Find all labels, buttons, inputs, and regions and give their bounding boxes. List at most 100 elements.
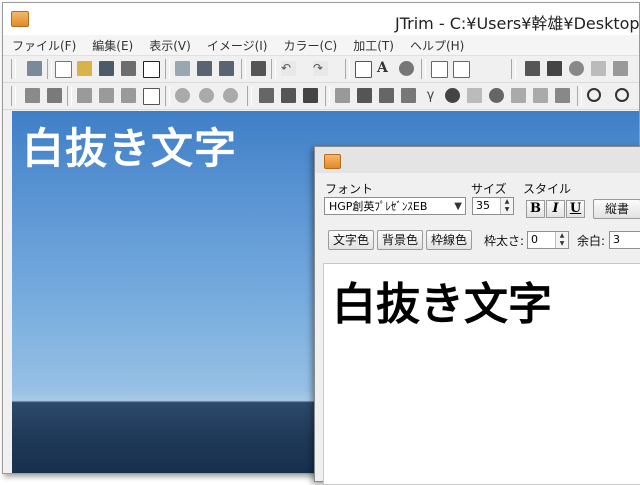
chevron-down-icon[interactable]: ▼ — [454, 198, 462, 214]
border-color-button[interactable]: 枠線色 — [426, 230, 472, 250]
margin-value: 3 — [613, 233, 620, 246]
rotate-right-icon[interactable] — [199, 88, 214, 103]
title-bar[interactable]: JTrim - C:¥Users¥幹雄¥Desktop¥ — [3, 3, 639, 35]
border-width-stepper[interactable]: 0 ▲ ▼ — [527, 231, 569, 249]
spin-arrows-icon[interactable]: ▲ ▼ — [500, 198, 513, 214]
edge-icon[interactable] — [401, 88, 416, 103]
copy-icon[interactable] — [175, 61, 190, 76]
style-label: スタイル — [523, 182, 572, 196]
toolbar-grip — [11, 86, 16, 106]
menu-view[interactable]: 表示(V) — [142, 37, 198, 54]
dialog-title-bar[interactable] — [315, 147, 640, 173]
window-title: JTrim - C:¥Users¥幹雄¥Desktop¥ — [395, 14, 640, 33]
app-icon[interactable] — [11, 11, 29, 27]
redo-icon[interactable]: ↷ — [313, 61, 328, 76]
save-icon[interactable] — [99, 61, 114, 76]
flip-horizontal-icon[interactable] — [77, 88, 92, 103]
toolbar-separator — [165, 59, 170, 79]
text-color-button[interactable]: 文字色 — [328, 230, 374, 250]
text-insert-dialog: フォント サイズ スタイル HGP創英ﾌﾟﾚｾﾞﾝｽEB ▼ 35 ▲ ▼ B I… — [314, 146, 640, 485]
xor-icon[interactable] — [533, 88, 548, 103]
resize-icon[interactable] — [355, 61, 372, 78]
font-select-value: HGP創英ﾌﾟﾚｾﾞﾝｽEB — [329, 200, 428, 213]
open-folder-icon[interactable] — [77, 61, 92, 76]
margin-stepper[interactable]: 3 — [609, 231, 640, 249]
spin-arrows-icon[interactable]: ▲ ▼ — [555, 232, 568, 248]
blur-icon[interactable] — [335, 88, 350, 103]
resize-canvas-icon[interactable] — [143, 88, 160, 105]
rotate-left-icon[interactable] — [175, 88, 190, 103]
size-label: サイズ — [471, 182, 507, 196]
emboss-icon[interactable] — [379, 88, 394, 103]
auto-crop-icon[interactable] — [47, 88, 62, 103]
sun-icon[interactable] — [569, 61, 584, 76]
crop-icon[interactable] — [25, 88, 40, 103]
text-input-area[interactable]: 白抜き文字 — [323, 263, 640, 485]
menu-color[interactable]: カラー(C) — [276, 37, 344, 54]
frame-icon[interactable] — [525, 61, 540, 76]
toolbar-separator — [67, 86, 72, 106]
toolbar-separator — [325, 86, 330, 106]
bold-button[interactable]: B — [526, 200, 545, 218]
print-preview-icon[interactable] — [143, 61, 160, 78]
grid-view-icon[interactable] — [431, 61, 448, 78]
noise-icon[interactable] — [591, 61, 606, 76]
underline-button[interactable]: U — [566, 200, 585, 218]
text-insert-icon[interactable]: A — [377, 61, 392, 76]
toolbar-edit: γ — [3, 83, 639, 110]
dialog-app-icon — [324, 154, 341, 169]
paste-icon[interactable] — [197, 61, 212, 76]
menu-file[interactable]: ファイル(F) — [5, 37, 83, 54]
size-stepper[interactable]: 35 ▲ ▼ — [472, 197, 514, 215]
mosaic-icon[interactable] — [399, 61, 414, 76]
toolbar-separator — [271, 59, 276, 79]
rotate-mirror-icon[interactable] — [121, 88, 136, 103]
toolbar-grip — [511, 59, 516, 79]
paste-new-icon[interactable] — [219, 61, 234, 76]
toolbar-separator — [247, 86, 252, 106]
contrast-icon[interactable] — [303, 88, 318, 103]
size-value: 35 — [476, 199, 490, 212]
flip-vertical-icon[interactable] — [99, 88, 114, 103]
wave-icon[interactable] — [613, 61, 628, 76]
color-balance-icon[interactable] — [489, 88, 504, 103]
shadow-icon[interactable] — [547, 61, 562, 76]
new-file-icon[interactable] — [55, 61, 72, 78]
canvas-overlay-text: 白抜き文字 — [22, 124, 238, 173]
clear-icon[interactable] — [251, 61, 266, 76]
toolbar-main: ↶ ↷ A — [3, 56, 639, 83]
toolbar-separator — [47, 59, 52, 79]
filmstrip-icon[interactable] — [453, 61, 470, 78]
menu-image[interactable]: イメージ(I) — [200, 37, 275, 54]
menu-bar: ファイル(F) 編集(E) 表示(V) イメージ(I) カラー(C) 加工(T)… — [3, 35, 639, 56]
font-select[interactable]: HGP創英ﾌﾟﾚｾﾞﾝｽEB ▼ — [324, 197, 466, 215]
border-width-label: 枠太さ: — [484, 234, 525, 248]
invert-icon[interactable] — [511, 88, 526, 103]
gamma-icon[interactable]: γ — [423, 88, 438, 103]
menu-process[interactable]: 加工(T) — [346, 37, 401, 54]
print-icon[interactable] — [121, 61, 136, 76]
zoom-in-icon[interactable] — [615, 88, 629, 102]
undo-icon[interactable]: ↶ — [281, 61, 296, 76]
toolbar-separator — [421, 59, 426, 79]
vertical-writing-button[interactable]: 縦書 — [593, 199, 640, 219]
capture-icon[interactable] — [27, 61, 42, 76]
italic-button[interactable]: I — [546, 200, 565, 218]
gradation-icon[interactable] — [259, 88, 274, 103]
menu-help[interactable]: ヘルプ(H) — [403, 37, 471, 54]
toolbar-separator — [241, 59, 246, 79]
margin-label: 余白: — [577, 234, 606, 248]
dither-icon[interactable] — [467, 88, 482, 103]
toolbar-separator — [345, 59, 350, 79]
font-label: フォント — [325, 182, 374, 196]
zoom-icon[interactable] — [587, 88, 601, 102]
toolbar-separator — [165, 86, 170, 106]
border-width-value: 0 — [531, 233, 538, 246]
menu-edit[interactable]: 編集(E) — [85, 37, 140, 54]
posterize-icon[interactable] — [445, 88, 460, 103]
sharpen-icon[interactable] — [357, 88, 372, 103]
rotate-free-icon[interactable] — [223, 88, 238, 103]
brightness-icon[interactable] — [281, 88, 296, 103]
background-color-button[interactable]: 背景色 — [377, 230, 423, 250]
channel-icon[interactable] — [555, 88, 570, 103]
